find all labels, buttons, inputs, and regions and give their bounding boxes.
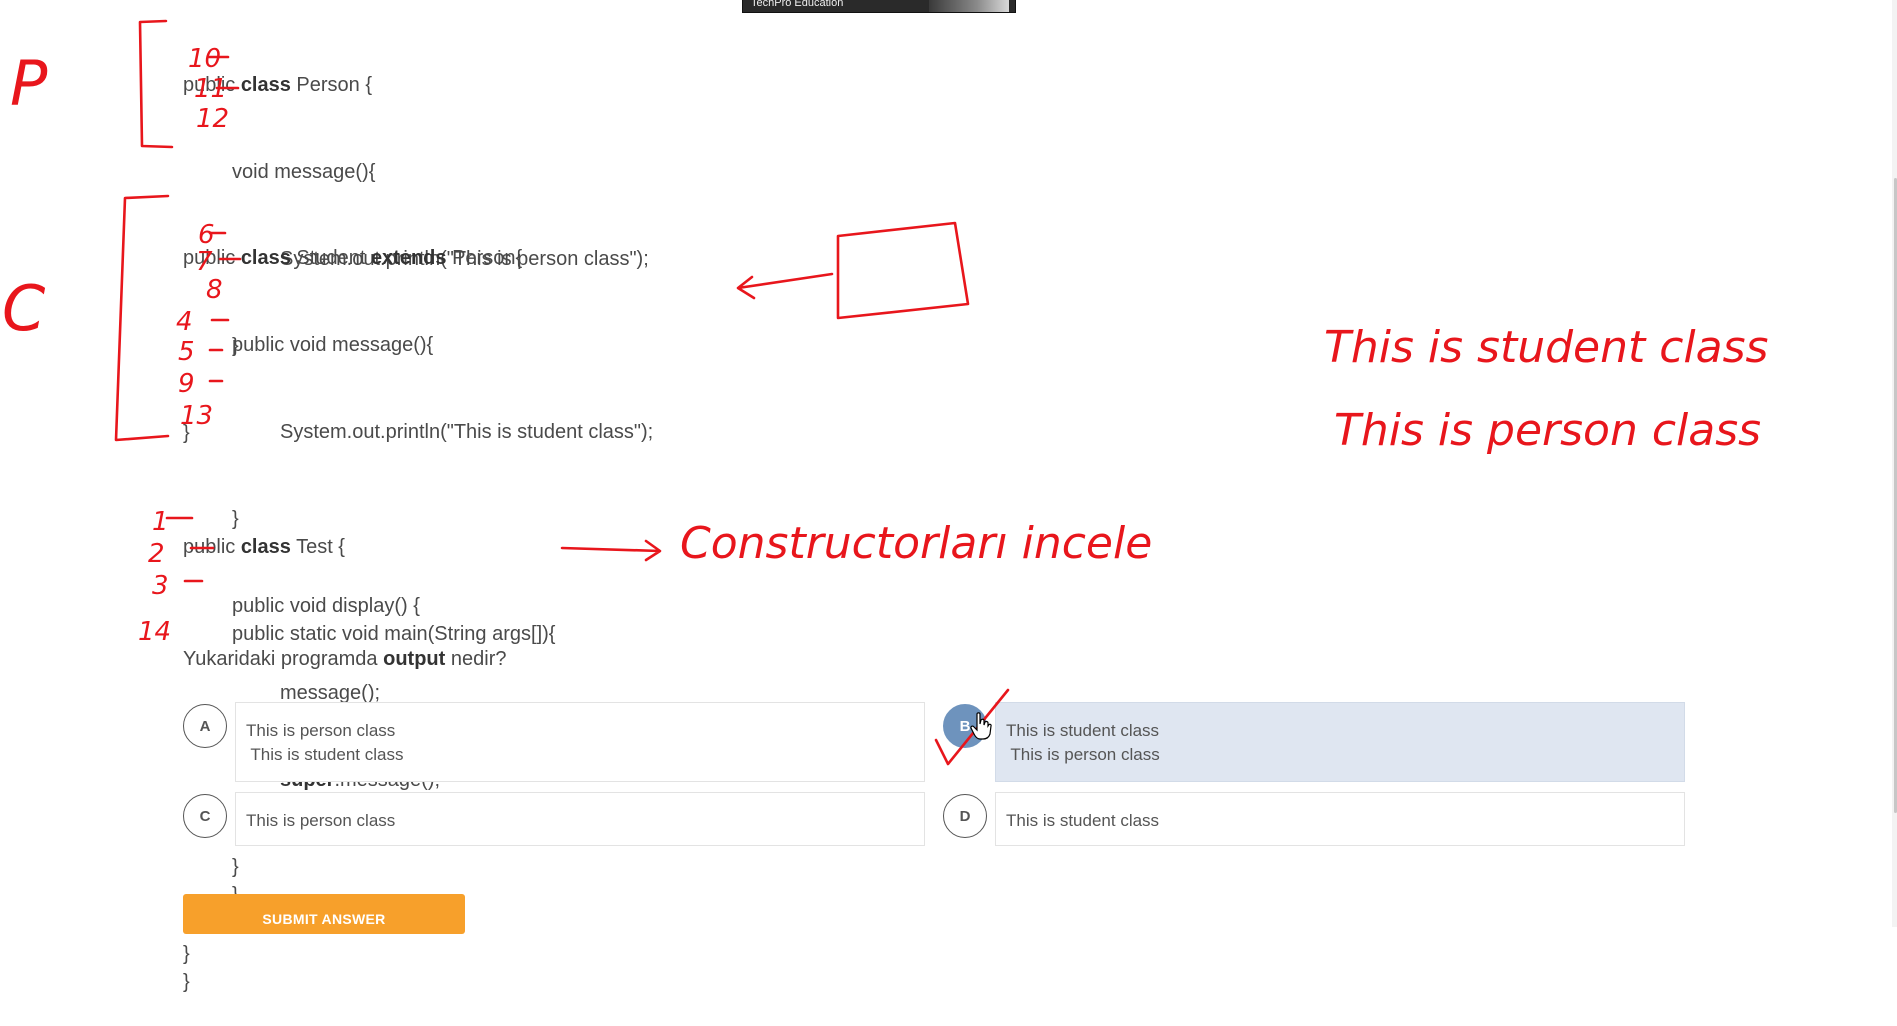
option-c-letter[interactable]: C (183, 794, 227, 838)
hand-pointer-cursor-icon (970, 712, 992, 740)
code-line: public void message(){ (232, 334, 434, 356)
code-keyword: class (240, 536, 291, 558)
option-b-line2: This is person class (1006, 745, 1160, 764)
code-keyword: class (240, 74, 291, 96)
code-line: public class Student extends Person{ (183, 247, 523, 269)
submit-answer-button[interactable]: SUBMIT ANSWER (183, 894, 465, 934)
option-a-line2: This is student class (246, 745, 404, 764)
option-a-letter[interactable]: A (183, 704, 227, 748)
page-scrollbar[interactable] (1892, 0, 1897, 927)
question-keyword: output (383, 648, 446, 670)
option-d[interactable]: This is student class (995, 792, 1685, 846)
code-keyword: class (240, 247, 291, 269)
code-line: public class Test { (183, 536, 345, 558)
option-c[interactable]: This is person class (235, 792, 925, 846)
annotation-line-number: 3 (152, 571, 169, 601)
annotation-line-number: 2 (148, 539, 165, 569)
option-d-letter[interactable]: D (943, 794, 987, 838)
option-d-line1: This is student class (1006, 811, 1160, 830)
annotation-note: Constructorları incele (680, 518, 1152, 569)
code-line: void message(){ (232, 161, 376, 183)
annotation-line-number: 14 (138, 617, 171, 647)
bracket-student (114, 194, 170, 442)
annotation-letter: P (10, 47, 48, 120)
bracket-person (138, 19, 174, 149)
annotation-note: This is person class (1334, 405, 1761, 456)
annotation-line-number: 1 (152, 507, 169, 537)
code-line: } (183, 971, 190, 993)
arrow-left (736, 272, 834, 300)
option-c-line1: This is person class (246, 811, 396, 830)
video-overlay: TechPro Education (742, 0, 1016, 13)
video-overlay-label: TechPro Education (751, 0, 844, 9)
question-text: Yukaridaki programda output nedir? (183, 648, 506, 671)
question-suffix: nedir? (450, 648, 507, 670)
option-a-line1: This is person class (246, 721, 396, 740)
option-b-line1: This is student class (1006, 721, 1160, 740)
drawn-rectangle (836, 221, 970, 320)
code-line: System.out.println("This is student clas… (280, 421, 654, 443)
option-b[interactable]: This is student class This is person cla… (995, 702, 1685, 782)
annotation-note: This is student class (1324, 322, 1768, 373)
annotation-letter: C (2, 272, 46, 345)
question-prefix: Yukaridaki programda (183, 648, 378, 670)
code-keyword: extends (370, 247, 447, 269)
option-a[interactable]: This is person class This is student cla… (235, 702, 925, 782)
code-line: public class Person { (183, 74, 373, 96)
video-thumbnail (929, 0, 1009, 12)
code-line: public static void main(String args[]){ (232, 623, 556, 645)
